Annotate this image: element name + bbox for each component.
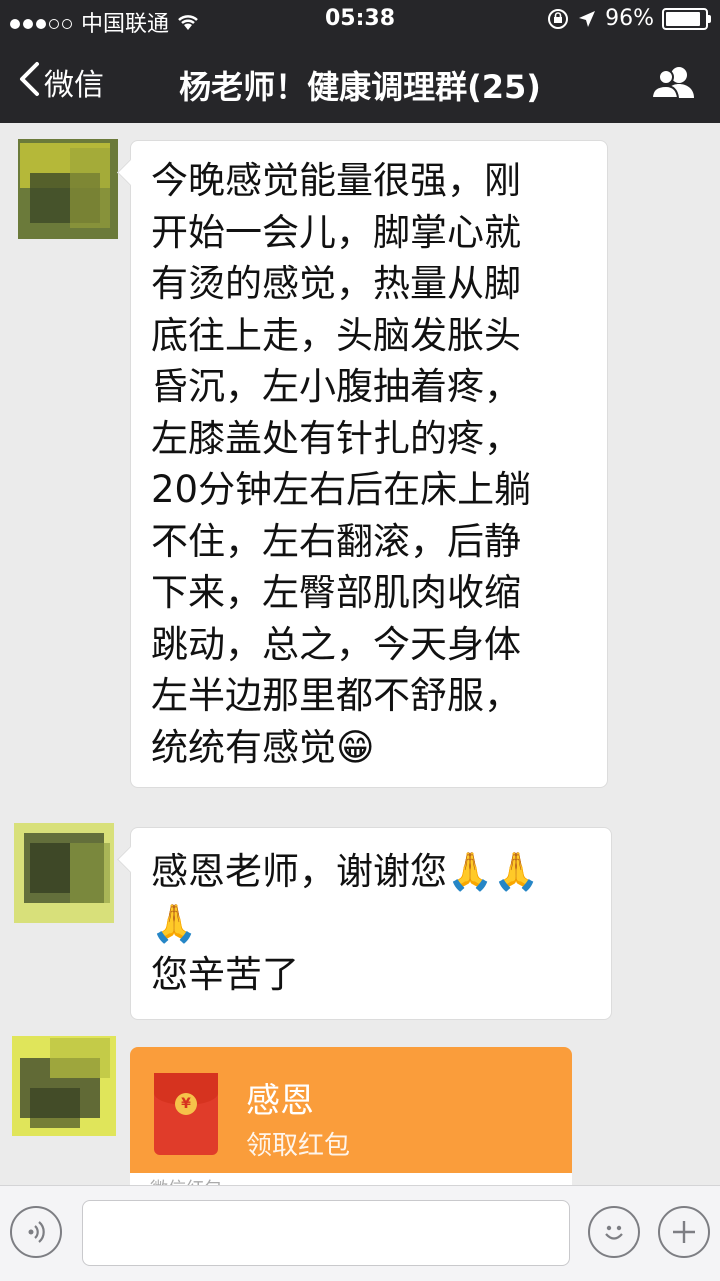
message-line: 统统有感觉😁 — [151, 725, 375, 769]
message-bubble[interactable]: 感恩老师，谢谢您🙏🙏 🙏 您辛苦了 — [117, 827, 612, 1020]
chat-title: 杨老师！健康调理群(25) — [179, 68, 541, 106]
smiley-icon — [605, 1225, 623, 1240]
message-input[interactable] — [82, 1200, 570, 1266]
message-line: 底往上走，头脑发胀头 — [151, 313, 521, 357]
input-bar — [0, 1185, 720, 1281]
red-packet-title: 感恩 — [246, 1081, 314, 1121]
message-line: 下来，左臀部肌肉收缩 — [151, 571, 521, 614]
message-line: 有烫的感觉，热量从脚 — [151, 262, 521, 305]
message-line: 左半边那里都不舒服， — [151, 674, 521, 717]
red-packet-message[interactable]: ¥ 感恩 领取红包 微信红包 — [130, 1047, 572, 1185]
nav-bar: 微信 杨老师！健康调理群(25) — [0, 40, 720, 123]
group-members-icon[interactable] — [650, 64, 696, 100]
message-line: 左膝盖处有针扎的疼， — [151, 416, 521, 460]
bubble-arrow — [117, 846, 144, 873]
voice-input-button[interactable] — [10, 1206, 62, 1258]
battery-icon — [662, 7, 711, 30]
message-line: 您辛苦了 — [151, 953, 299, 996]
avatar[interactable] — [10, 1028, 120, 1138]
message-line: 🙏 — [151, 901, 198, 945]
status-bar: 中国联通 05:38 96% — [0, 0, 720, 40]
message-line: 开始一会儿，脚掌心就 — [151, 210, 521, 254]
more-button[interactable] — [658, 1206, 710, 1258]
red-packet-subtitle: 领取红包 — [246, 1131, 351, 1161]
emoji-button[interactable] — [588, 1206, 640, 1258]
red-packet-footer: 微信红包 — [130, 1173, 572, 1185]
message-line: 今晚感觉能量很强，刚 — [151, 159, 521, 202]
message-line: 昏沉，左小腹抽着疼， — [151, 365, 521, 408]
message-bubble[interactable]: 今晚感觉能量很强，刚 开始一会儿，脚掌心就 有烫的感觉，热量从脚 底往上走，头脑… — [117, 140, 608, 788]
battery-percent: 96% — [605, 6, 654, 31]
status-right: 96% — [547, 6, 711, 31]
chat-area[interactable]: 今晚感觉能量很强，刚 开始一会儿，脚掌心就 有烫的感觉，热量从脚 底往上走，头脑… — [0, 123, 720, 1185]
message-line: 不住，左右翻滚，后静 — [151, 519, 521, 563]
top-bar: 中国联通 05:38 96% 微信 杨老师！健康调理群(25) — [0, 0, 720, 123]
message-line: 感恩老师，谢谢您🙏🙏 — [151, 850, 540, 893]
red-envelope-icon: ¥ — [154, 1073, 218, 1155]
location-icon — [579, 10, 596, 27]
plus-icon — [673, 1221, 695, 1243]
message-line: 20分钟左右后在床上躺 — [151, 468, 532, 511]
rotation-lock-icon — [548, 8, 569, 29]
bubble-arrow — [117, 159, 144, 186]
avatar[interactable] — [10, 813, 120, 923]
message-line: 跳动，总之，今天身体 — [151, 622, 521, 666]
voice-icon — [28, 1221, 45, 1243]
avatar[interactable] — [10, 133, 120, 243]
